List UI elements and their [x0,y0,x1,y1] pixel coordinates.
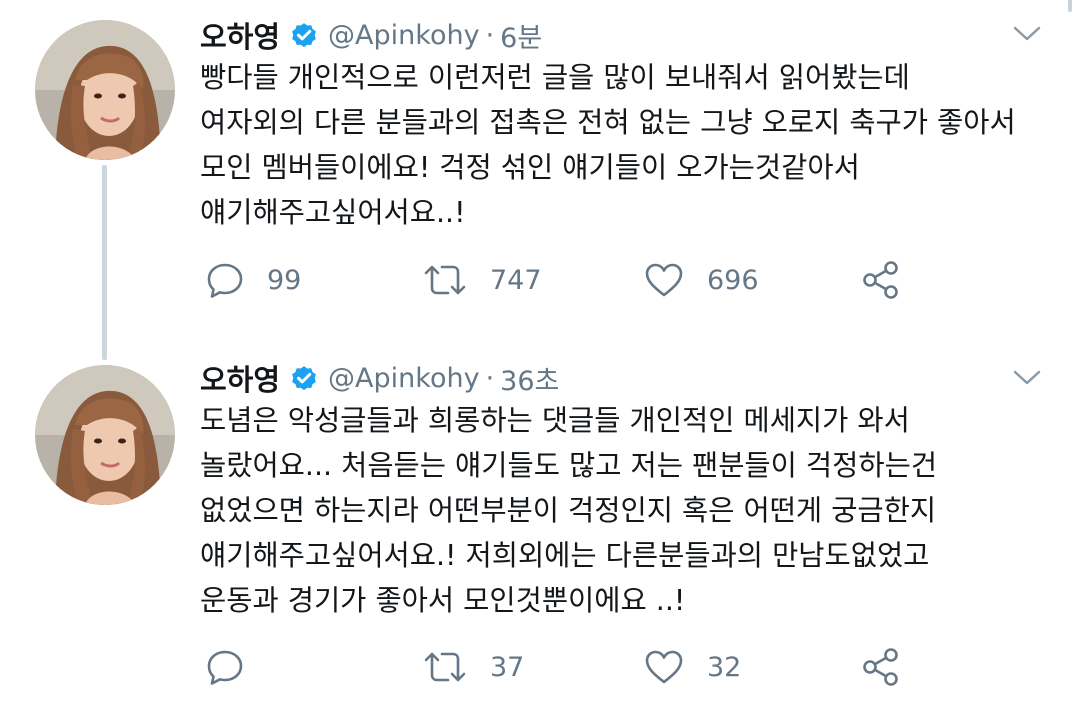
tweet-text-line: 놀랐어요... 처음듣는 얘기들도 많고 저는 팬분들이 걱정하는건 [200,449,938,482]
separator-dot: · [485,362,495,394]
verified-badge-icon [292,366,316,391]
verified-badge-icon [292,23,316,48]
like-count: 32 [707,651,742,683]
tweet-text-line: 도념은 악성글들과 희롱하는 댓글들 개인적인 메세지가 와서 [200,404,910,437]
tweet-actions: 37 32 [200,645,920,689]
share-button[interactable] [860,645,902,689]
tweet-text-line: 얘기해주고싶어서요..! [200,196,466,229]
display-name[interactable]: 오하영 [200,14,280,56]
retweet-count: 37 [490,651,525,683]
tweet-text-line: 없었으면 하는지라 어떤부분이 걱정인지 혹은 어떤게 궁금한지 [200,494,937,527]
user-handle[interactable]: @Apinkohy [328,363,480,394]
share-icon [863,261,898,299]
tweet-text-line: 여자외의 다른 분들과의 접촉은 전혀 없는 그냥 오로지 축구가 좋아서 [200,106,1016,139]
retweet-count: 747 [490,264,542,296]
chevron-down-icon[interactable] [1012,368,1042,388]
reply-icon [207,263,243,298]
timestamp[interactable]: 6분 [500,16,542,55]
share-icon [863,648,898,686]
like-count: 696 [707,264,759,296]
tweet-text: 도념은 악성글들과 희롱하는 댓글들 개인적인 메세지가 와서 놀랐어요... … [200,398,1060,623]
heart-icon [645,650,683,684]
tweet-text-line: 빵다들 개인적으로 이런저런 글을 많이 보내줘서 읽어봤는데 [200,61,910,94]
separator-dot: · [485,19,495,51]
thread-connector-line [102,165,107,360]
chevron-down-icon[interactable] [1012,24,1042,44]
profile-photo [35,20,175,160]
like-button[interactable]: 32 [643,645,741,689]
tweet[interactable]: 오하영 @Apinkohy · 36초 도념은 악성글들과 희롱하는 댓글들 개… [0,350,1080,715]
avatar[interactable] [35,20,175,160]
display-name[interactable]: 오하영 [200,357,280,399]
reply-button[interactable] [205,645,267,689]
tweet-text: 빵다들 개인적으로 이런저런 글을 많이 보내줘서 읽어봤는데 여자외의 다른 … [200,55,1060,235]
tweet-text-line: 얘기해주고싶어서요.! 저희외에는 다른분들과의 만남도없었고 [200,539,930,572]
tweet[interactable]: 오하영 @Apinkohy · 6분 빵다들 개인적으로 이런저런 글을 많이 … [0,0,1080,360]
heart-icon [645,263,683,297]
reply-button[interactable]: 99 [205,258,301,302]
profile-photo [35,365,175,505]
reply-icon [207,650,243,685]
retweet-icon [424,265,466,295]
retweet-button[interactable]: 37 [422,645,524,689]
tweet-text-line: 모인 멤버들이에요! 걱정 섞인 얘기들이 오가는것같아서 [200,151,860,184]
reply-count: 99 [267,264,302,296]
user-handle[interactable]: @Apinkohy [328,20,480,51]
tweet-header: 오하영 @Apinkohy · 36초 [200,358,559,398]
tweet-header: 오하영 @Apinkohy · 6분 [200,15,542,55]
share-button[interactable] [860,258,902,302]
retweet-icon [424,652,466,682]
retweet-button[interactable]: 747 [422,258,542,302]
like-button[interactable]: 696 [643,258,759,302]
avatar[interactable] [35,365,175,505]
tweet-actions: 99 747 696 [200,258,920,302]
tweet-text-line: 운동과 경기가 좋아서 모인것뿐이에요 ..! [200,584,686,617]
timestamp[interactable]: 36초 [500,359,559,398]
